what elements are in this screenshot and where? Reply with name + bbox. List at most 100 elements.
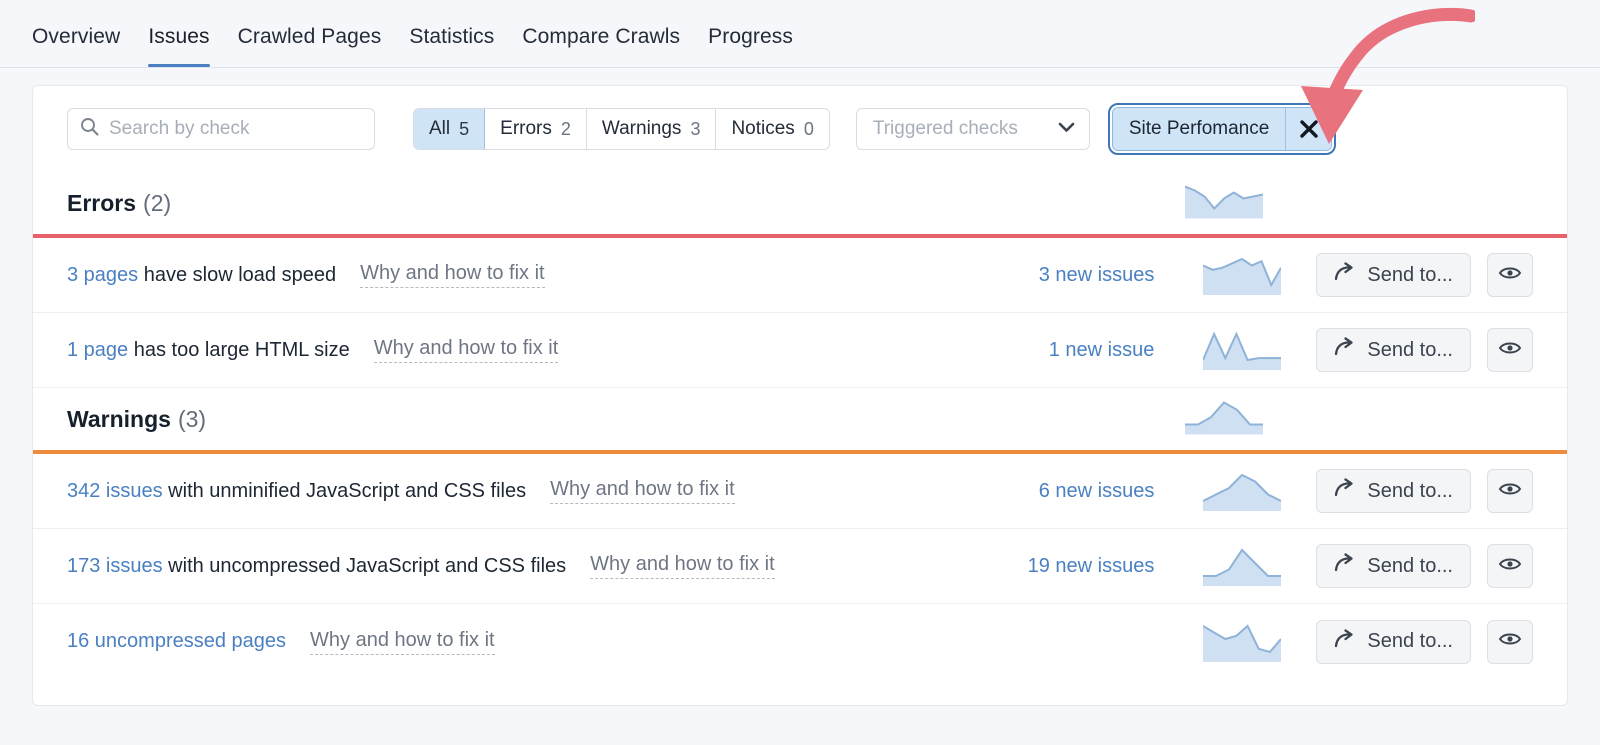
chip-remove-button[interactable] <box>1285 108 1331 150</box>
tab-compare-crawls[interactable]: Compare Crawls <box>508 25 694 67</box>
filter-errors-count: 2 <box>561 119 571 140</box>
issue-description: have slow load speed <box>138 264 336 286</box>
issue-count-link[interactable]: 3 pages <box>67 264 138 286</box>
issue-row: 1 page has too large HTML size Why and ho… <box>33 313 1567 388</box>
new-issues-link[interactable]: 19 new issues <box>972 555 1182 578</box>
issue-description: with unminified JavaScript and CSS files <box>163 480 527 502</box>
tab-issues[interactable]: Issues <box>134 25 223 67</box>
search-icon <box>80 117 99 141</box>
send-to-button[interactable]: Send to... <box>1316 620 1471 664</box>
send-to-label: Send to... <box>1367 555 1453 578</box>
filter-notices[interactable]: Notices 0 <box>716 109 828 149</box>
eye-icon <box>1498 630 1522 653</box>
sparkline <box>1185 399 1263 435</box>
toggle-visibility-button[interactable] <box>1487 544 1533 588</box>
send-to-label: Send to... <box>1367 630 1453 653</box>
send-to-label: Send to... <box>1367 480 1453 503</box>
new-issues-link[interactable]: 1 new issue <box>972 339 1182 362</box>
search-placeholder-text: Search by check <box>109 118 249 140</box>
section-title: Warnings <box>67 406 171 433</box>
send-to-button[interactable]: Send to... <box>1316 544 1471 588</box>
issue-count-link[interactable]: 173 issues <box>67 555 163 577</box>
filter-all-label: All <box>429 118 450 140</box>
issue-trend-sparkline <box>1182 622 1302 662</box>
toggle-visibility-button[interactable] <box>1487 253 1533 297</box>
issue-label: 173 issues with uncompressed JavaScript … <box>67 555 566 578</box>
issue-row: 342 issues with unminified JavaScript an… <box>33 454 1567 529</box>
share-arrow-icon <box>1334 337 1356 363</box>
section-sparkline <box>1185 183 1263 224</box>
filter-warnings[interactable]: Warnings3 <box>587 109 717 149</box>
send-to-button[interactable]: Send to... <box>1316 253 1471 297</box>
issue-description: with uncompressed JavaScript and CSS fil… <box>163 555 567 577</box>
sparkline <box>1203 330 1281 370</box>
section-count: (3) <box>178 406 206 433</box>
issue-count-link[interactable]: 342 issues <box>67 480 163 502</box>
why-and-how-link[interactable]: Why and how to fix it <box>310 629 495 655</box>
tab-progress[interactable]: Progress <box>694 25 807 67</box>
section-header-warnings: Warnings (3) <box>33 388 1567 450</box>
tab-crawled-pages[interactable]: Crawled Pages <box>224 25 396 67</box>
sparkline <box>1203 255 1281 295</box>
filter-all[interactable]: All 5 <box>414 109 485 149</box>
issue-count-link[interactable]: 1 page <box>67 339 128 361</box>
sparkline <box>1203 546 1281 586</box>
issues-page: OverviewIssuesCrawled PagesStatisticsCom… <box>0 0 1600 745</box>
filter-warnings-label: Warnings <box>602 118 682 140</box>
new-issues-link[interactable]: 3 new issues <box>972 264 1182 287</box>
tab-statistics[interactable]: Statistics <box>395 25 508 67</box>
sparkline <box>1185 183 1263 219</box>
issue-label: 1 page has too large HTML size <box>67 339 350 362</box>
issue-row-actions: Send to... <box>972 604 1533 679</box>
issue-label: 342 issues with unminified JavaScript an… <box>67 480 526 503</box>
issue-label: 3 pages have slow load speed <box>67 264 336 287</box>
eye-icon <box>1498 339 1522 362</box>
why-and-how-link[interactable]: Why and how to fix it <box>550 478 735 504</box>
issue-row: 16 uncompressed pages Why and how to fix … <box>33 604 1567 679</box>
tab-overview[interactable]: Overview <box>32 25 134 67</box>
eye-icon <box>1498 555 1522 578</box>
triggered-checks-dropdown[interactable]: Triggered checks <box>856 108 1090 150</box>
chevron-down-icon <box>1058 120 1075 138</box>
send-to-button[interactable]: Send to... <box>1316 469 1471 513</box>
filter-errors[interactable]: Errors2 <box>485 109 587 149</box>
share-arrow-icon <box>1334 629 1356 655</box>
send-to-label: Send to... <box>1367 264 1453 287</box>
sparkline <box>1203 622 1281 662</box>
eye-icon <box>1498 264 1522 287</box>
active-filter-chip[interactable]: Site Perfomance <box>1112 107 1332 151</box>
filter-notices-label: Notices <box>731 118 794 140</box>
share-arrow-icon <box>1334 478 1356 504</box>
issue-row-actions: 19 new issues Send to... <box>972 529 1533 603</box>
issue-row-actions: 1 new issue Send to... <box>972 313 1533 387</box>
issue-trend-sparkline <box>1182 255 1302 295</box>
send-to-label: Send to... <box>1367 339 1453 362</box>
toggle-visibility-button[interactable] <box>1487 328 1533 372</box>
issue-trend-sparkline <box>1182 546 1302 586</box>
send-to-button[interactable]: Send to... <box>1316 328 1471 372</box>
search-input[interactable]: Search by check <box>67 108 375 150</box>
share-arrow-icon <box>1334 553 1356 579</box>
why-and-how-link[interactable]: Why and how to fix it <box>590 553 775 579</box>
issues-sections: Errors(2)3 pages have slow load speedWhy… <box>33 172 1567 679</box>
filter-all-count: 5 <box>459 119 469 140</box>
toggle-visibility-button[interactable] <box>1487 620 1533 664</box>
share-arrow-icon <box>1334 262 1356 288</box>
why-and-how-link[interactable]: Why and how to fix it <box>374 337 559 363</box>
triggered-checks-label: Triggered checks <box>873 118 1018 140</box>
issue-trend-sparkline <box>1182 330 1302 370</box>
issue-description: has too large HTML size <box>128 339 350 361</box>
close-icon <box>1298 118 1320 140</box>
issue-row: 173 issues with uncompressed JavaScript … <box>33 529 1567 604</box>
primary-tab-bar: OverviewIssuesCrawled PagesStatisticsCom… <box>0 0 1600 68</box>
filter-notices-count: 0 <box>804 119 814 140</box>
issue-row: 3 pages have slow load speed Why and how … <box>33 238 1567 313</box>
filter-bar: Search by check All5Errors2Warnings3Noti… <box>33 86 1567 172</box>
new-issues-link[interactable]: 6 new issues <box>972 480 1182 503</box>
why-and-how-link[interactable]: Why and how to fix it <box>360 262 545 288</box>
section-count: (2) <box>143 190 171 217</box>
active-filter-chip-label: Site Perfomance <box>1113 108 1285 150</box>
issue-count-link[interactable]: 16 uncompressed pages <box>67 630 286 652</box>
issue-trend-sparkline <box>1182 471 1302 511</box>
toggle-visibility-button[interactable] <box>1487 469 1533 513</box>
